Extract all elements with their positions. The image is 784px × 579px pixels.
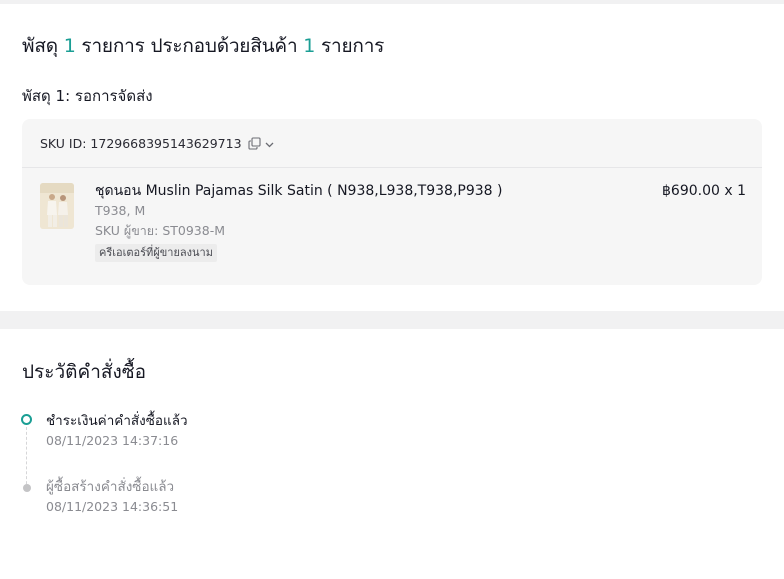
event-label: ชำระเงินค่าคำสั่งซื้อแล้ว (46, 413, 188, 429)
top-divider (0, 0, 784, 4)
order-summary-title: พัสดุ 1 รายการ ประกอบด้วยสินค้า 1 รายการ (22, 33, 762, 59)
creator-badge: ครีเอเตอร์ที่ผู้ขายลงนาม (95, 244, 217, 262)
seller-sku: SKU ผู้ขาย: ST0938-M (95, 223, 225, 238)
summary-prefix: พัสดุ (22, 35, 64, 57)
event-time: 08/11/2023 14:36:51 (46, 499, 179, 514)
copy-icon[interactable] (247, 136, 261, 150)
package-section: พัสดุ 1 รายการ ประกอบด้วยสินค้า 1 รายการ… (0, 33, 784, 285)
package-card: SKU ID: 1729668395143629713 ชุดนอน Musli… (22, 119, 762, 285)
timeline-dot-icon (23, 484, 31, 492)
event-time: 08/11/2023 14:37:16 (46, 433, 179, 448)
timeline-event: ผู้ซื้อสร้างคำสั่งซื้อแล้ว 08/11/2023 14… (22, 477, 762, 543)
summary-suffix: รายการ (315, 35, 385, 57)
sku-header[interactable]: SKU ID: 1729668395143629713 (22, 119, 762, 168)
package-title: พัสดุ 1: รอการจัดส่ง (22, 87, 153, 105)
order-history-section: ประวัติคำสั่งซื้อ ชำระเงินค่าคำสั่งซื้อแ… (0, 359, 784, 543)
event-label: ผู้ซื้อสร้างคำสั่งซื้อแล้ว (46, 479, 175, 495)
order-history-title: ประวัติคำสั่งซื้อ (22, 361, 147, 383)
product-thumbnail[interactable] (40, 183, 74, 229)
package-count: 1 (63, 35, 76, 57)
item-count: 1 (303, 35, 316, 57)
item-details: ชุดนอน Muslin Pajamas Silk Satin ( N938,… (95, 181, 662, 262)
price-quantity: ฿690.00 x 1 (662, 183, 746, 199)
product-name[interactable]: ชุดนอน Muslin Pajamas Silk Satin ( N938,… (95, 181, 662, 201)
summary-middle: รายการ ประกอบด้วยสินค้า (75, 35, 304, 57)
order-item: ชุดนอน Muslin Pajamas Silk Satin ( N938,… (40, 181, 746, 262)
order-timeline: ชำระเงินค่าคำสั่งซื้อแล้ว 08/11/2023 14:… (21, 411, 762, 543)
timeline-active-dot-icon (21, 414, 32, 425)
chevron-down-icon[interactable] (264, 138, 275, 149)
sku-id-label: SKU ID: 1729668395143629713 (40, 135, 242, 151)
product-variant: T938, M (95, 203, 146, 218)
timeline-event: ชำระเงินค่าคำสั่งซื้อแล้ว 08/11/2023 14:… (21, 411, 762, 477)
section-divider (0, 311, 784, 329)
